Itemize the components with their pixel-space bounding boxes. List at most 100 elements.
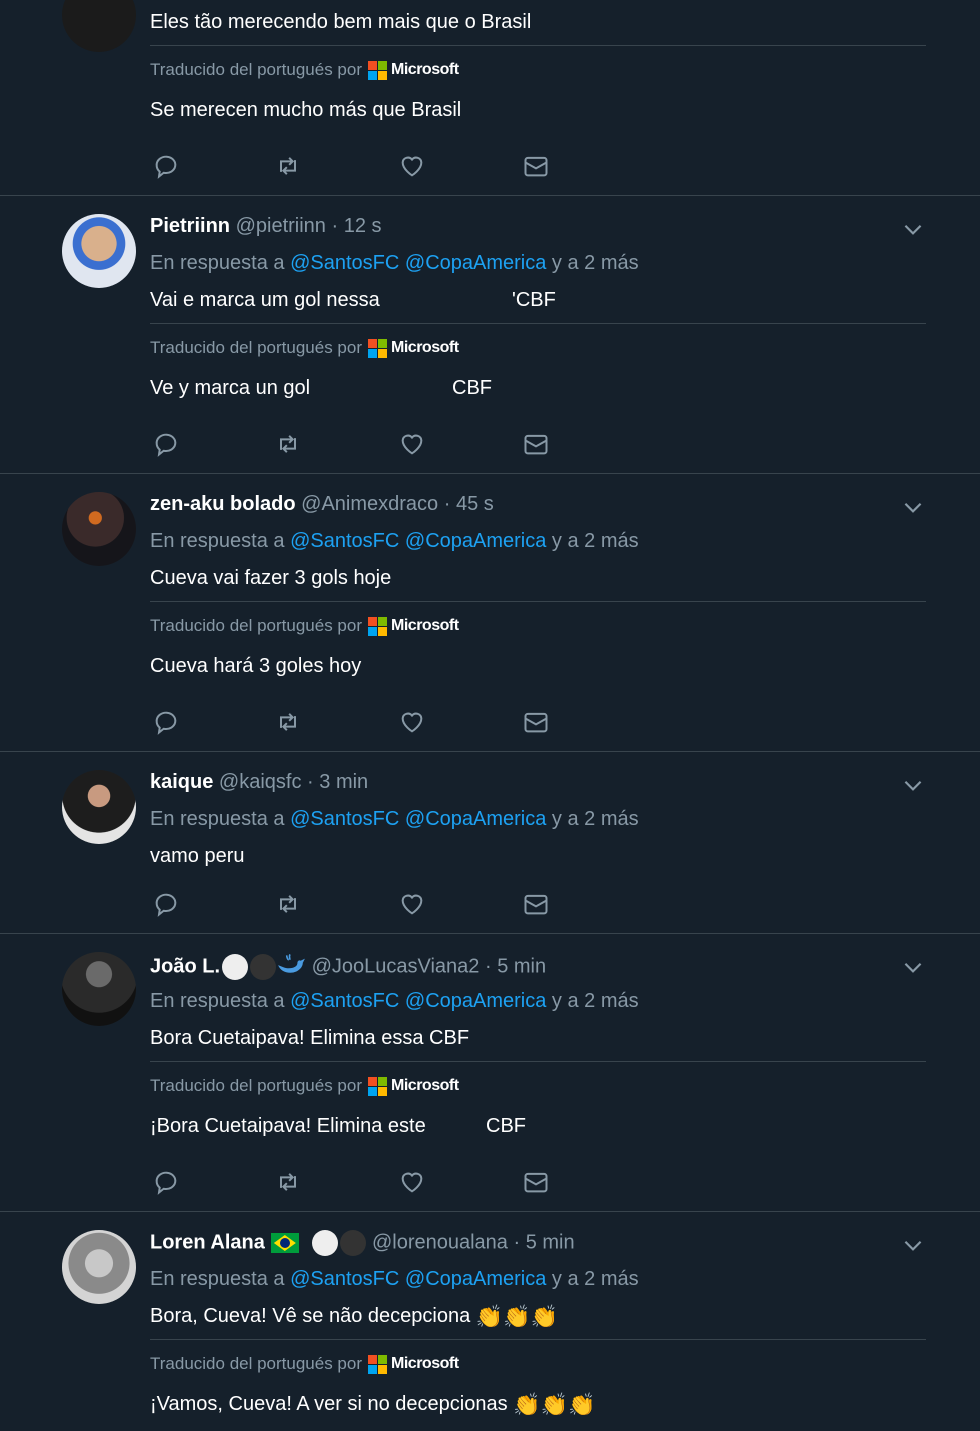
user-name[interactable]: João L.: [150, 955, 220, 977]
retweet-button[interactable]: [274, 1168, 306, 1198]
envelope-icon: [524, 156, 548, 177]
user-name[interactable]: zen-aku bolado: [150, 493, 296, 515]
translation-label: Traducido del portugués por Microsoft: [150, 1354, 459, 1374]
tweet-text: vamo peru: [150, 845, 245, 867]
reply-prefix: En respuesta a: [150, 808, 285, 830]
tweet-time[interactable]: · 5 min: [485, 955, 546, 977]
user-handle[interactable]: @pietriinn: [236, 215, 326, 237]
translated-text-main: Ve y marca un gol: [150, 377, 311, 399]
reply-suffix[interactable]: y a 2 más: [552, 530, 639, 552]
mention-link[interactable]: @CopaAmerica: [405, 530, 546, 552]
tweet-text: Bora, Cueva! Vê se não decepciona 👏👏👏: [150, 1304, 558, 1329]
reply-icon: [155, 893, 177, 917]
more-button[interactable]: [900, 1232, 926, 1258]
reply-suffix[interactable]: y a 2 más: [552, 990, 639, 1012]
tweet-header: Loren Alana @lorenoualana · 5 min: [150, 1230, 575, 1256]
translated-text-main: ¡Vamos, Cueva! A ver si no decepcionas: [150, 1393, 508, 1415]
reply-button[interactable]: [152, 1168, 184, 1198]
avatar[interactable]: [62, 0, 136, 52]
translation-label: Traducido del portugués por Microsoft: [150, 616, 459, 636]
reply-button[interactable]: [152, 152, 184, 182]
microsoft-brand: Microsoft: [391, 339, 459, 356]
more-button[interactable]: [900, 772, 926, 798]
reply-context: En respuesta a @SantosFC @CopaAmerica y …: [150, 1267, 639, 1291]
mention-link[interactable]: @CopaAmerica: [405, 252, 546, 274]
like-button[interactable]: [398, 430, 430, 460]
like-button[interactable]: [398, 708, 430, 738]
retweet-button[interactable]: [274, 430, 306, 460]
tweet-header: kaique @kaiqsfc · 3 min: [150, 770, 368, 794]
avatar[interactable]: [62, 770, 136, 844]
chevron-down-icon: [904, 1240, 922, 1251]
tweet-header: João L. @JooLucasViana2 · 5 min: [150, 952, 546, 982]
user-handle[interactable]: @lorenoualana: [372, 1231, 508, 1253]
like-button[interactable]: [398, 890, 430, 920]
reply-context: En respuesta a @SantosFC @CopaAmerica y …: [150, 529, 639, 553]
clapping-hands-icon: 👏👏👏: [513, 1391, 596, 1417]
reply-button[interactable]: [152, 708, 184, 738]
retweet-button[interactable]: [274, 708, 306, 738]
reply-prefix: En respuesta a: [150, 990, 285, 1012]
avatar[interactable]: [62, 952, 136, 1026]
user-handle[interactable]: @kaiqsfc: [219, 771, 302, 793]
more-button[interactable]: [900, 954, 926, 980]
dm-button[interactable]: [522, 430, 554, 460]
translated-text: Ve y marca un gol CBF: [150, 376, 492, 400]
mention-link[interactable]: @SantosFC: [290, 1268, 399, 1290]
user-name[interactable]: Loren Alana: [150, 1231, 265, 1253]
microsoft-brand: Microsoft: [391, 1355, 459, 1372]
translation-label: Traducido del portugués por Microsoft: [150, 60, 459, 80]
mention-link[interactable]: @SantosFC: [290, 530, 399, 552]
tweet-time[interactable]: · 45 s: [444, 493, 494, 515]
chevron-down-icon: [904, 502, 922, 513]
reply-suffix[interactable]: y a 2 más: [552, 252, 639, 274]
tweet: João L. @JooLucasViana2 · 5 min En respu…: [0, 934, 980, 1212]
tweet-time[interactable]: · 5 min: [514, 1231, 575, 1253]
reply-icon: [155, 155, 177, 179]
like-button[interactable]: [398, 152, 430, 182]
retweet-icon: [280, 1173, 296, 1191]
reply-suffix[interactable]: y a 2 más: [552, 808, 639, 830]
more-button[interactable]: [900, 494, 926, 520]
reply-suffix[interactable]: y a 2 más: [552, 1268, 639, 1290]
like-button[interactable]: [398, 1168, 430, 1198]
microsoft-logo-icon: [368, 616, 388, 636]
translation-label: Traducido del portugués por Microsoft: [150, 338, 459, 358]
mention-link[interactable]: @SantosFC: [290, 990, 399, 1012]
microsoft-logo-icon: [368, 60, 388, 80]
avatar[interactable]: [62, 1230, 136, 1304]
user-handle[interactable]: @Animexdraco: [301, 493, 438, 515]
retweet-button[interactable]: [274, 890, 306, 920]
envelope-icon: [524, 434, 548, 455]
dm-button[interactable]: [522, 708, 554, 738]
reply-button[interactable]: [152, 890, 184, 920]
reply-button[interactable]: [152, 430, 184, 460]
tweet-actions: [150, 1168, 570, 1198]
mention-link[interactable]: @SantosFC: [290, 252, 399, 274]
white-circle-icon: [312, 1230, 339, 1256]
user-name[interactable]: Pietriinn: [150, 215, 230, 237]
tweet-time[interactable]: · 12 s: [331, 215, 381, 237]
user-handle[interactable]: @JooLucasViana2: [312, 955, 480, 977]
dm-button[interactable]: [522, 1168, 554, 1198]
dm-button[interactable]: [522, 890, 554, 920]
more-button[interactable]: [900, 216, 926, 242]
user-name[interactable]: kaique: [150, 771, 213, 793]
envelope-icon: [524, 894, 548, 915]
avatar[interactable]: [62, 492, 136, 566]
tweet-time[interactable]: · 3 min: [307, 771, 368, 793]
envelope-icon: [524, 1172, 548, 1193]
dm-button[interactable]: [522, 152, 554, 182]
avatar[interactable]: [62, 214, 136, 288]
translated-text: ¡Bora Cuetaipava! Elimina este CBF: [150, 1114, 526, 1138]
envelope-icon: [524, 712, 548, 733]
mention-link[interactable]: @CopaAmerica: [405, 1268, 546, 1290]
mention-link[interactable]: @SantosFC: [290, 808, 399, 830]
translation-text: Traducido del portugués por: [150, 1354, 363, 1373]
mention-link[interactable]: @CopaAmerica: [405, 808, 546, 830]
retweet-icon: [280, 713, 296, 731]
mention-link[interactable]: @CopaAmerica: [405, 990, 546, 1012]
retweet-button[interactable]: [274, 152, 306, 182]
translation-divider: [150, 1061, 926, 1062]
chevron-down-icon: [904, 224, 922, 235]
